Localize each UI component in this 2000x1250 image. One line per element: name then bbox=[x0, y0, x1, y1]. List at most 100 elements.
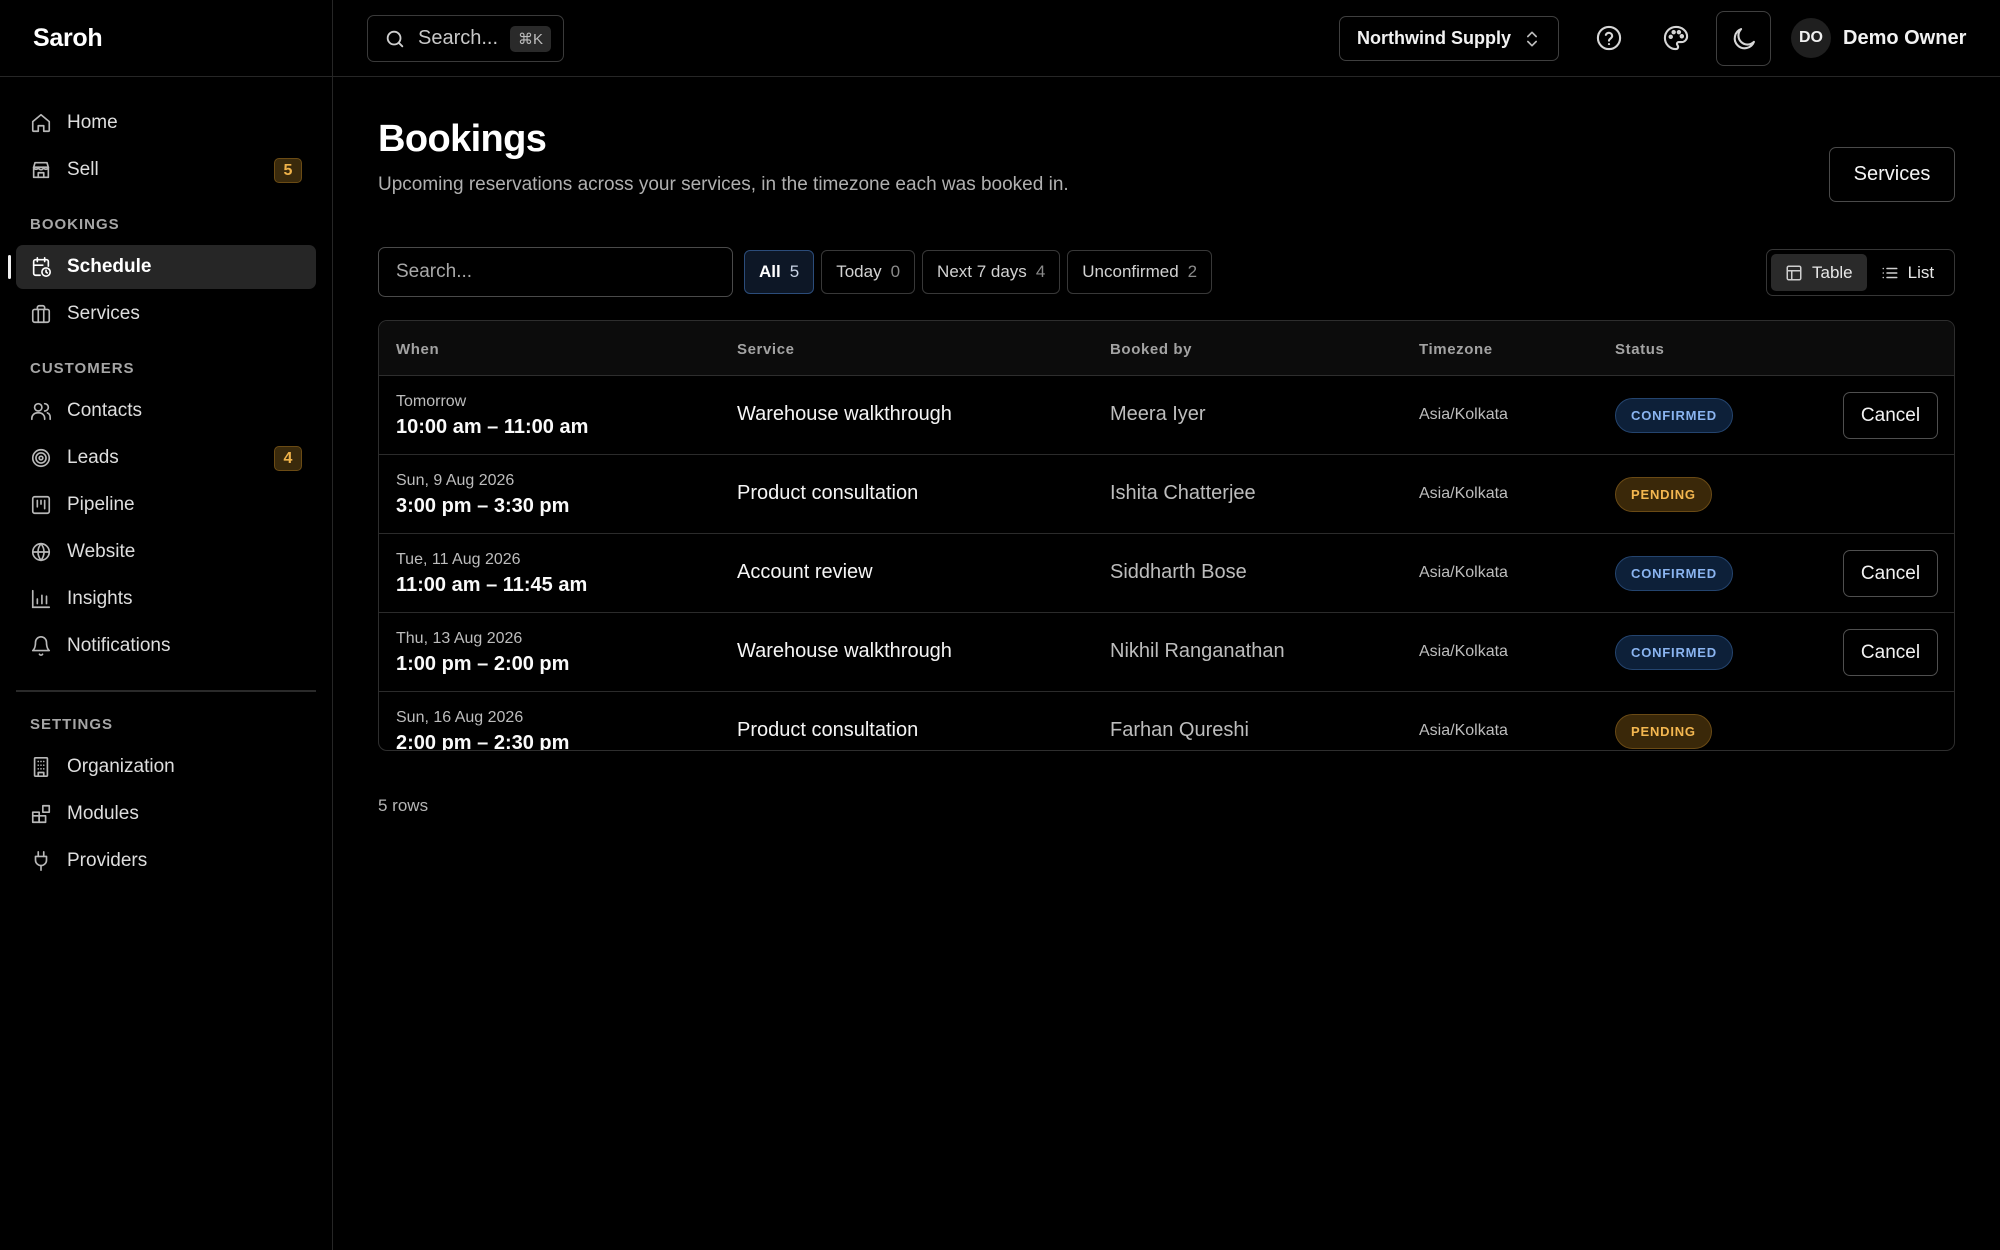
organization-switcher[interactable]: Northwind Supply bbox=[1339, 16, 1559, 61]
filter-chip-count: 5 bbox=[789, 262, 800, 281]
organization-name: Northwind Supply bbox=[1357, 28, 1511, 48]
booking-day: Thu, 13 Aug 2026 bbox=[396, 630, 523, 647]
sidebar-item-label: Home bbox=[67, 112, 118, 133]
help-button[interactable] bbox=[1587, 16, 1631, 60]
status-badge: CONFIRMED bbox=[1615, 398, 1733, 433]
moon-icon bbox=[1733, 27, 1755, 49]
service-cell: Product consultation bbox=[737, 482, 919, 504]
booking-day: Sun, 16 Aug 2026 bbox=[396, 709, 524, 726]
when-cell: Thu, 13 Aug 2026 1:00 pm – 2:00 pm bbox=[396, 630, 569, 676]
list-view-button[interactable]: List bbox=[1867, 254, 1948, 291]
sidebar-item-label: Leads bbox=[67, 447, 119, 468]
global-search-button[interactable]: Search... ⌘K bbox=[367, 15, 564, 62]
booking-day: Sun, 9 Aug 2026 bbox=[396, 472, 515, 489]
sidebar-item-website[interactable]: Website bbox=[16, 530, 316, 574]
app-logo[interactable]: Saroh bbox=[33, 24, 103, 53]
sidebar-item-modules[interactable]: Modules bbox=[16, 792, 316, 836]
table-header: When Service Booked by Timezone Status bbox=[379, 321, 1954, 376]
sidebar-item-label: Organization bbox=[67, 756, 175, 777]
cancel-booking-button[interactable]: Cancel bbox=[1843, 392, 1938, 439]
booking-day: Tue, 11 Aug 2026 bbox=[396, 551, 521, 568]
sidebar-nav: Home Sell 5 BOOKINGS Schedule Services C… bbox=[0, 77, 332, 883]
sidebar: Saroh Home Sell 5 BOOKINGS Schedule Serv… bbox=[0, 0, 333, 1250]
bell-icon bbox=[31, 636, 51, 657]
search-icon bbox=[386, 30, 404, 47]
timezone-cell: Asia/Kolkata bbox=[1419, 722, 1508, 739]
filter-chip-count: 0 bbox=[890, 262, 901, 281]
booking-time: 11:00 am – 11:45 am bbox=[396, 574, 588, 596]
sidebar-item-home[interactable]: Home bbox=[16, 101, 316, 145]
sidebar-item-insights[interactable]: Insights bbox=[16, 577, 316, 621]
filter-chip-next-7-days[interactable]: Next 7 days 4 bbox=[922, 250, 1061, 294]
column-header-service[interactable]: Service bbox=[737, 341, 795, 358]
booking-time: 10:00 am – 11:00 am bbox=[396, 416, 589, 438]
sidebar-item-sell[interactable]: Sell 5 bbox=[16, 148, 316, 192]
filter-chip-label: All bbox=[759, 262, 781, 281]
filter-chips: All 5 Today 0 Next 7 days 4 Unconfirmed … bbox=[744, 250, 1213, 294]
filter-chip-label: Unconfirmed bbox=[1082, 262, 1179, 281]
leads-count-badge: 4 bbox=[274, 446, 302, 471]
sidebar-item-pipeline[interactable]: Pipeline bbox=[16, 483, 316, 527]
status-badge: PENDING bbox=[1615, 477, 1712, 512]
building-icon bbox=[33, 757, 49, 777]
sidebar-item-schedule[interactable]: Schedule bbox=[8, 245, 316, 289]
globe-icon bbox=[31, 542, 51, 562]
sidebar-item-notifications[interactable]: Notifications bbox=[16, 624, 316, 668]
services-button[interactable]: Services bbox=[1829, 147, 1955, 202]
sidebar-item-label: Insights bbox=[67, 588, 133, 609]
table-row[interactable]: Sun, 16 Aug 2026 2:00 pm – 2:30 pm Produ… bbox=[379, 692, 1954, 750]
sidebar-item-label: Schedule bbox=[67, 256, 152, 277]
timezone-cell: Asia/Kolkata bbox=[1419, 564, 1508, 581]
list-view-label: List bbox=[1907, 262, 1935, 282]
when-cell: Sun, 9 Aug 2026 3:00 pm – 3:30 pm bbox=[396, 472, 569, 518]
section-label-bookings: BOOKINGS bbox=[30, 216, 120, 233]
sidebar-item-label: Website bbox=[67, 541, 136, 562]
theme-palette-button[interactable] bbox=[1654, 16, 1698, 60]
booking-time: 1:00 pm – 2:00 pm bbox=[396, 653, 570, 675]
sidebar-item-organization[interactable]: Organization bbox=[16, 745, 316, 789]
filter-chip-count: 4 bbox=[1035, 262, 1046, 281]
sidebar-item-contacts[interactable]: Contacts bbox=[16, 389, 316, 433]
column-header-booked-by[interactable]: Booked by bbox=[1110, 341, 1192, 358]
page-subtitle: Upcoming reservations across your servic… bbox=[378, 174, 1069, 195]
briefcase-icon bbox=[31, 304, 51, 324]
sidebar-item-leads[interactable]: Leads 4 bbox=[16, 436, 316, 480]
table-row[interactable]: Sun, 9 Aug 2026 3:00 pm – 3:30 pm Produc… bbox=[379, 455, 1954, 534]
filter-chip-all[interactable]: All 5 bbox=[744, 250, 815, 294]
timezone-cell: Asia/Kolkata bbox=[1419, 406, 1508, 423]
table-row[interactable]: Tomorrow 10:00 am – 11:00 am Warehouse w… bbox=[379, 376, 1954, 455]
filter-chip-unconfirmed[interactable]: Unconfirmed 2 bbox=[1067, 250, 1213, 294]
users-icon bbox=[31, 402, 51, 421]
bar-chart-icon bbox=[31, 589, 51, 609]
sidebar-item-services[interactable]: Services bbox=[16, 292, 316, 336]
sidebar-item-label: Services bbox=[67, 303, 140, 324]
when-cell: Tue, 11 Aug 2026 11:00 am – 11:45 am bbox=[396, 551, 587, 597]
filter-chip-today[interactable]: Today 0 bbox=[821, 250, 916, 294]
table-view-label: Table bbox=[1812, 262, 1853, 282]
timezone-cell: Asia/Kolkata bbox=[1419, 643, 1508, 660]
table-row[interactable]: Tue, 11 Aug 2026 11:00 am – 11:45 am Acc… bbox=[379, 534, 1954, 613]
kanban-icon bbox=[31, 495, 51, 515]
cancel-booking-button[interactable]: Cancel bbox=[1843, 629, 1938, 676]
table-view-button[interactable]: Table bbox=[1771, 254, 1867, 291]
sidebar-item-providers[interactable]: Providers bbox=[16, 839, 316, 883]
service-cell: Warehouse walkthrough bbox=[737, 640, 952, 662]
dark-mode-toggle[interactable] bbox=[1716, 11, 1771, 66]
target-icon bbox=[31, 448, 51, 468]
column-header-when[interactable]: When bbox=[396, 341, 439, 358]
user-menu[interactable]: DO Demo Owner bbox=[1791, 18, 1966, 58]
filter-chip-label: Today bbox=[836, 262, 882, 281]
sidebar-item-label: Contacts bbox=[67, 400, 142, 421]
bookings-search-input[interactable]: Search... bbox=[378, 247, 733, 297]
table-row[interactable]: Thu, 13 Aug 2026 1:00 pm – 2:00 pm Wareh… bbox=[379, 613, 1954, 692]
column-header-status[interactable]: Status bbox=[1615, 341, 1664, 358]
logo-row: Saroh bbox=[0, 0, 332, 77]
bookings-table: When Service Booked by Timezone Status T… bbox=[378, 320, 1955, 751]
sell-count-badge: 5 bbox=[274, 158, 302, 183]
column-header-timezone[interactable]: Timezone bbox=[1419, 341, 1493, 358]
timezone-cell: Asia/Kolkata bbox=[1419, 485, 1508, 502]
top-header: Search... ⌘K Northwind Supply DO Demo Ow… bbox=[333, 0, 2000, 77]
cancel-booking-button[interactable]: Cancel bbox=[1843, 550, 1938, 597]
calendar-clock-icon bbox=[32, 257, 51, 277]
booking-time: 3:00 pm – 3:30 pm bbox=[396, 495, 570, 517]
